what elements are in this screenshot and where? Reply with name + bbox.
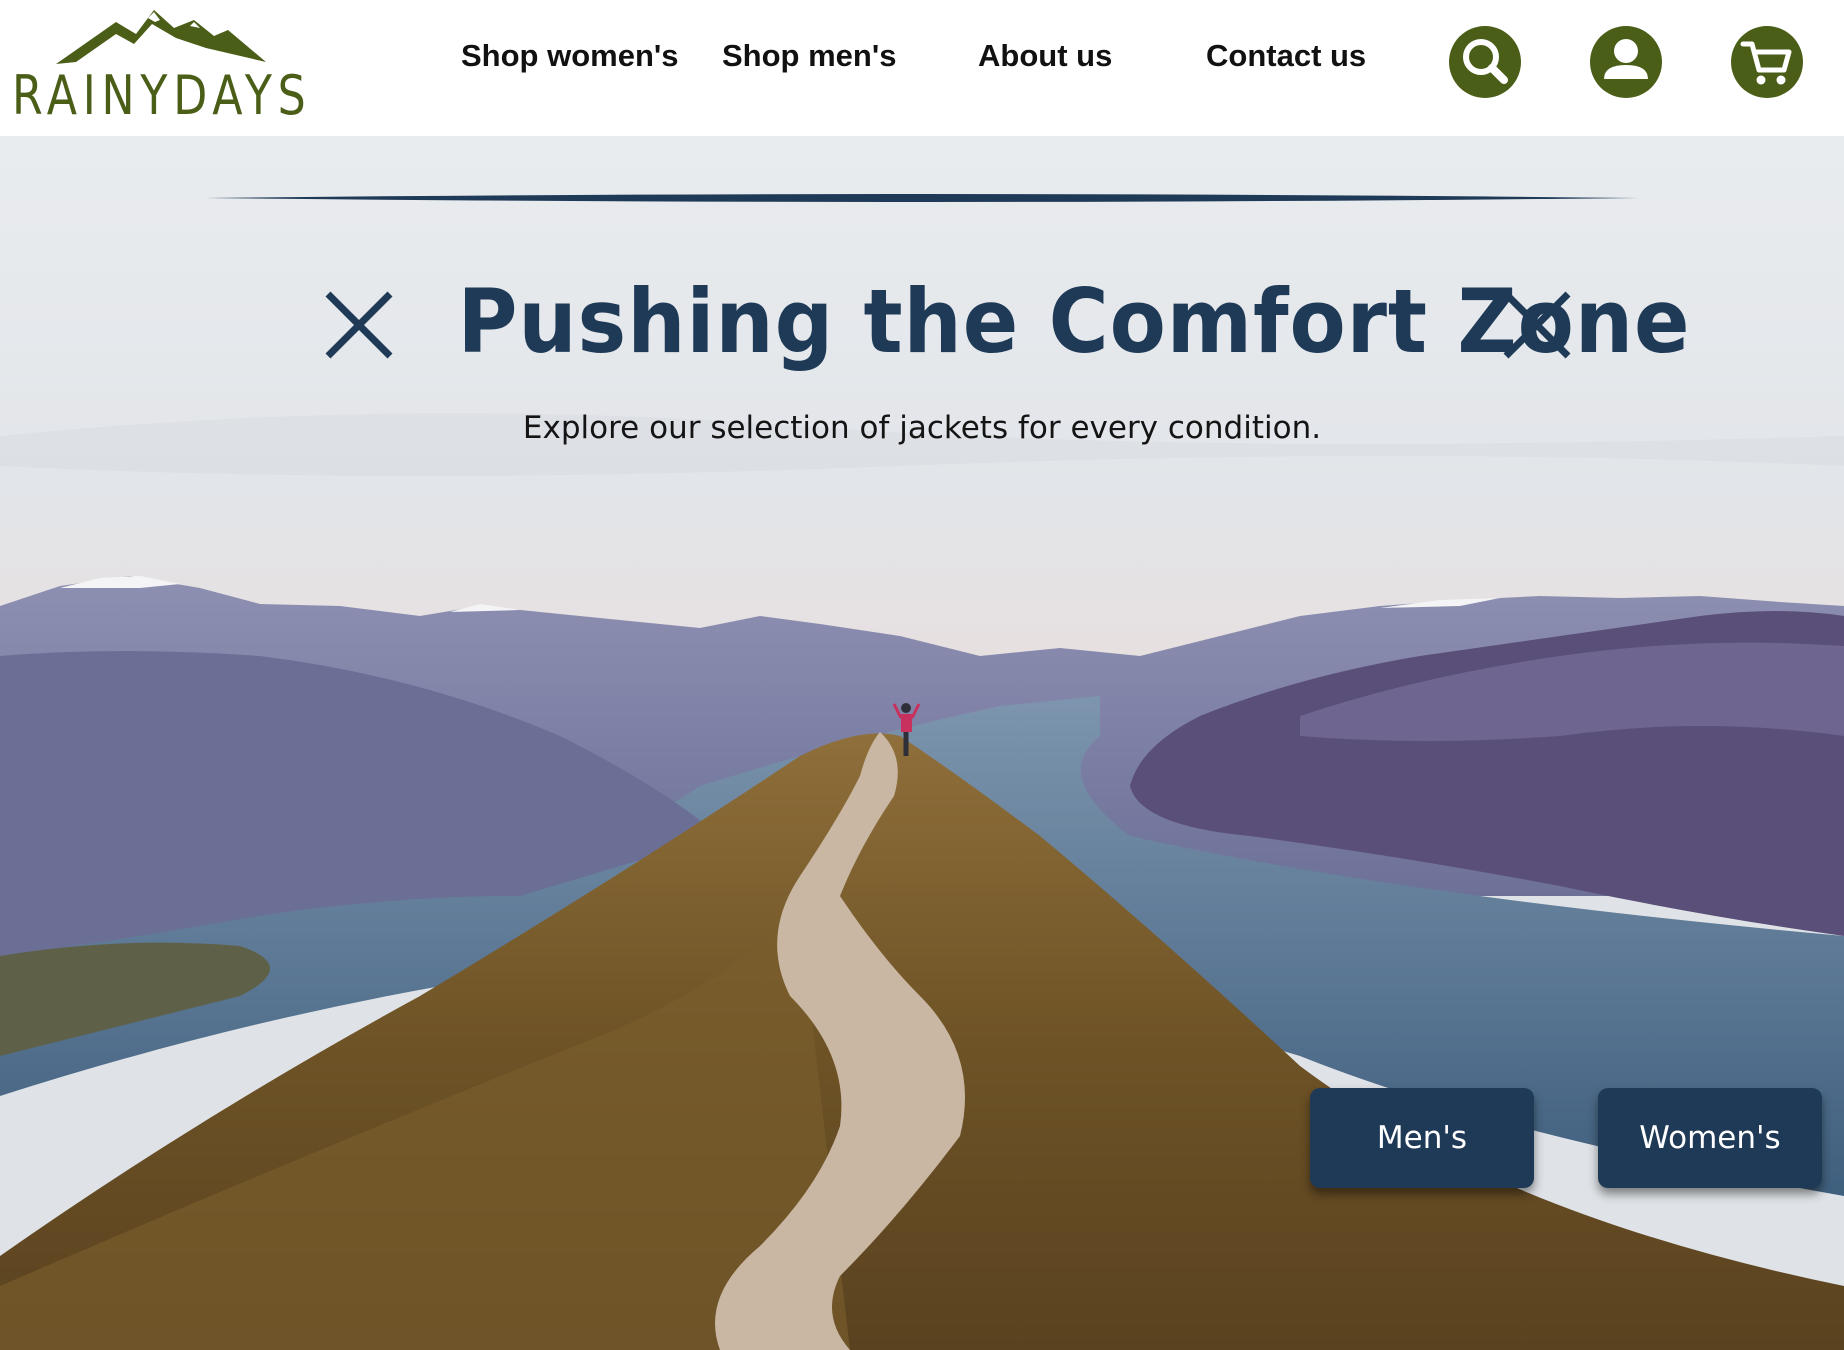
cart-button[interactable] (1731, 26, 1803, 98)
nav-contact-us[interactable]: Contact us (1206, 38, 1366, 74)
search-button[interactable] (1449, 26, 1521, 98)
mountain-logo-icon (56, 10, 266, 64)
search-icon (1463, 39, 1508, 84)
brand-logo[interactable]: RAINYDAYS (10, 8, 306, 127)
account-button[interactable] (1590, 26, 1662, 98)
hero-divider (205, 194, 1639, 202)
mens-button[interactable]: Men's (1310, 1088, 1534, 1188)
close-x-right-icon (1503, 291, 1571, 359)
womens-button[interactable]: Women's (1598, 1088, 1822, 1188)
hero-subtitle: Explore our selection of jackets for eve… (522, 410, 1322, 446)
site-header: RAINYDAYS Shop women's Shop men's About … (0, 0, 1844, 136)
account-icon (1604, 39, 1648, 79)
hero-title: Pushing the Comfort Zone (457, 270, 1691, 373)
hero-title-row: Pushing the Comfort Zone (0, 270, 1844, 380)
nav-shop-mens[interactable]: Shop men's (722, 38, 896, 74)
nav-shop-womens[interactable]: Shop women's (461, 38, 679, 74)
nav-about-us[interactable]: About us (978, 38, 1112, 74)
brand-name: RAINYDAYS (12, 64, 312, 127)
hero-banner: Pushing the Comfort Zone Explore our sel… (0, 136, 1844, 1350)
cart-icon (1740, 41, 1792, 85)
close-x-left-icon (325, 291, 393, 359)
